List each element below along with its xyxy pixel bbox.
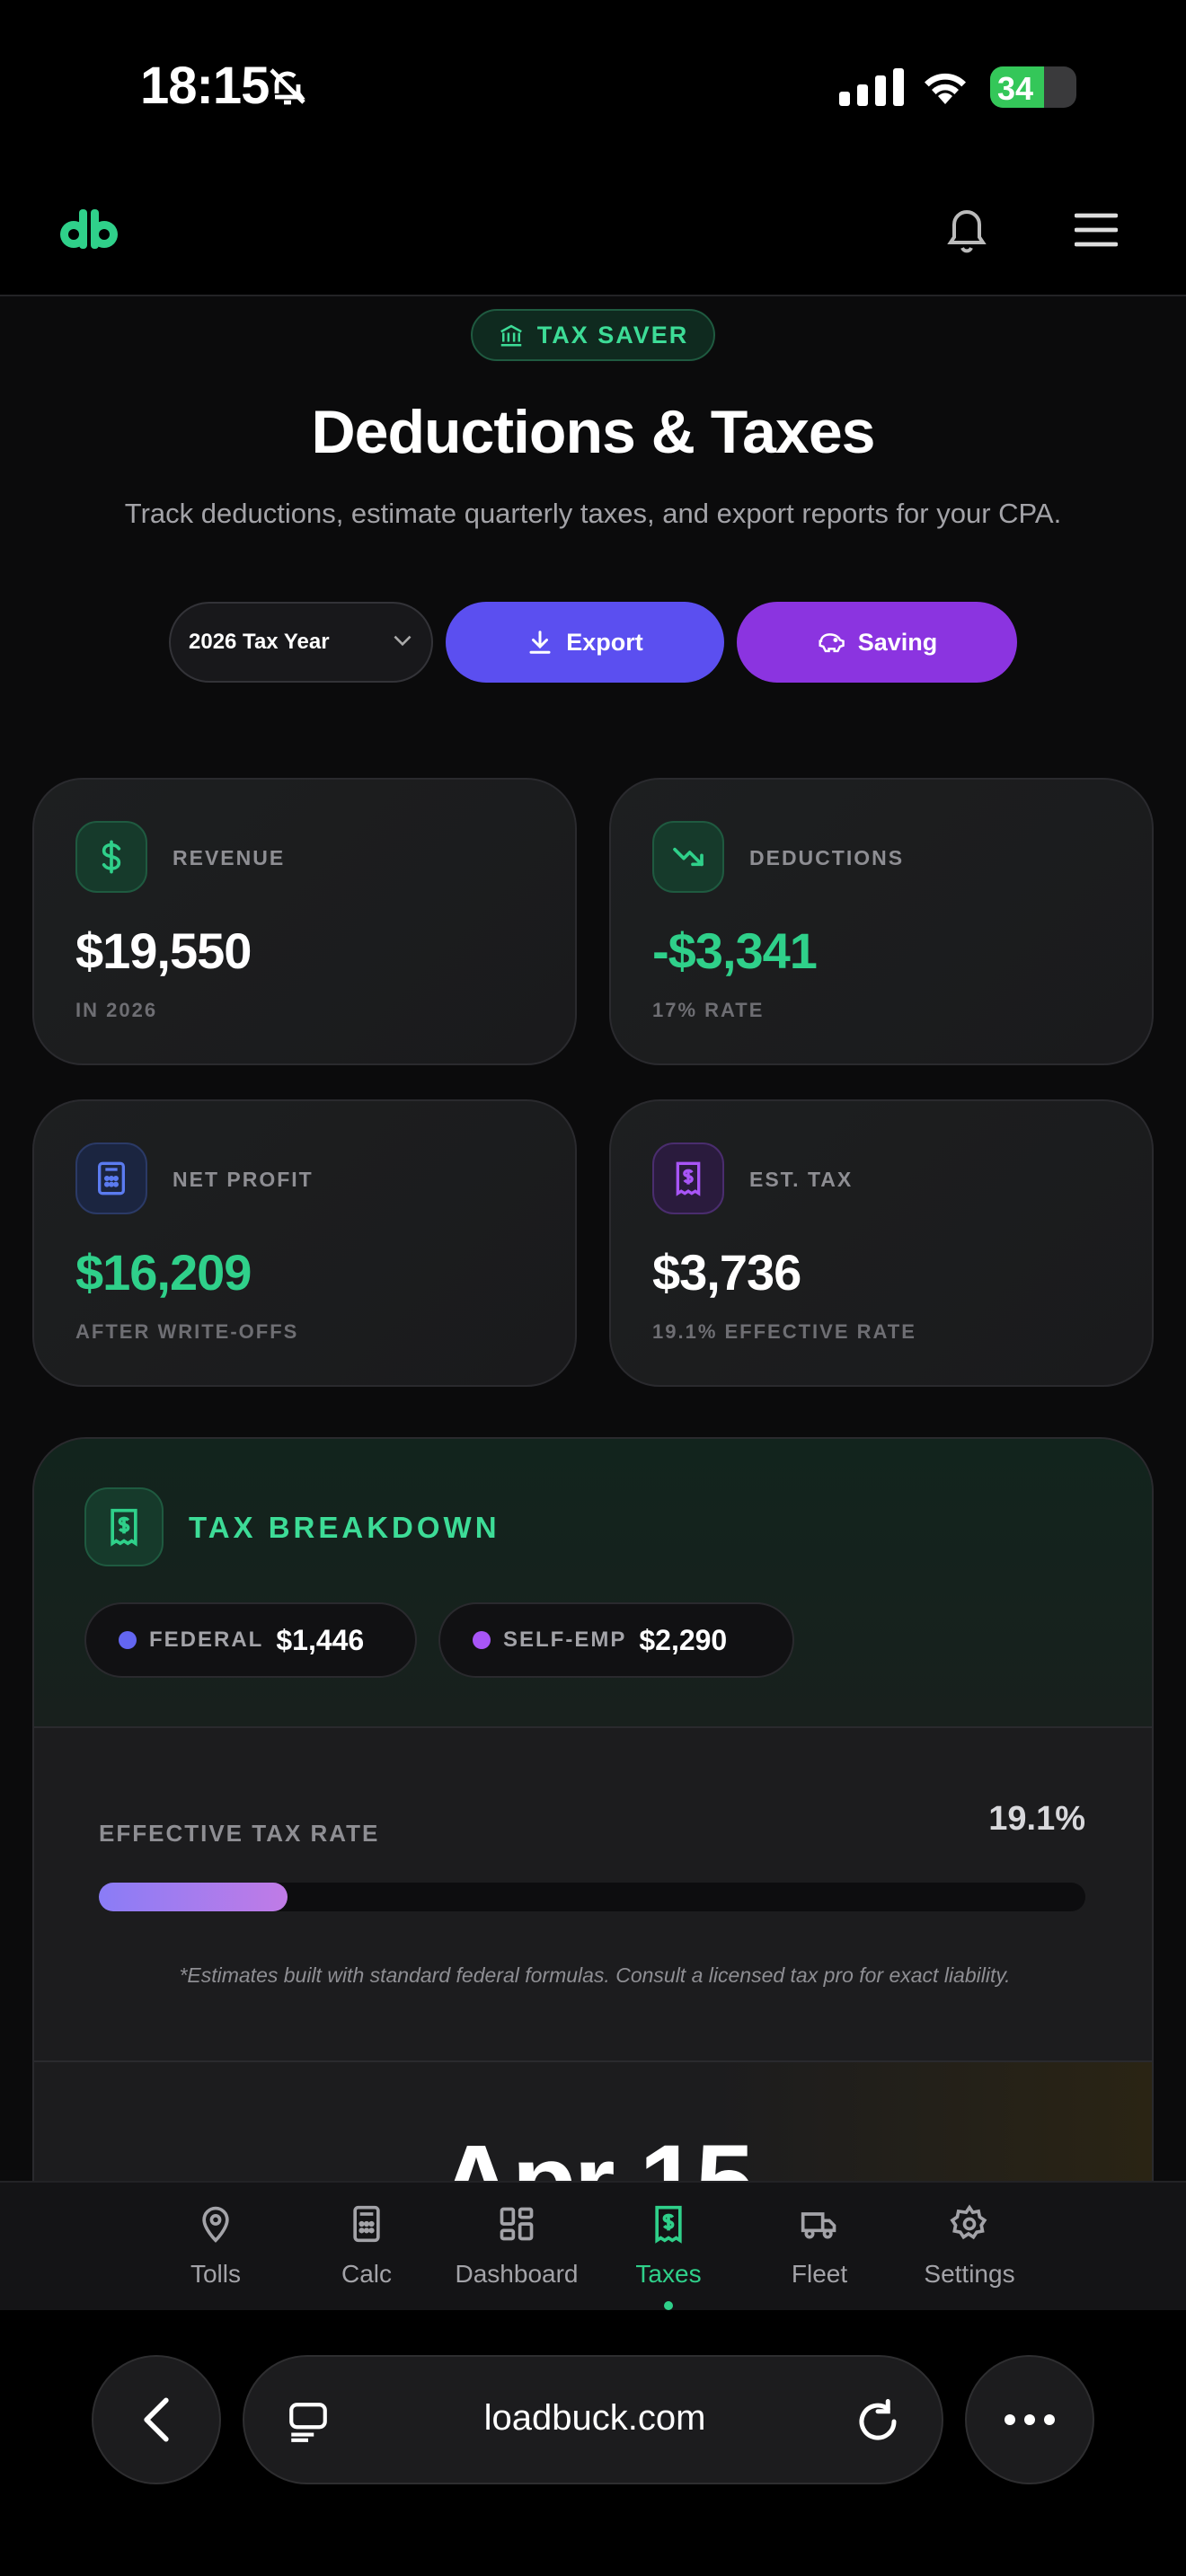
gear-icon [950, 2204, 987, 2240]
tax-saver-badge: TAX SAVER [471, 309, 715, 361]
deductions-card: DEDUCTIONS -$3,341 17% RATE [609, 778, 1154, 1065]
url-text: loadbuck.com [483, 2398, 706, 2438]
tax-breakdown-card: TAX BREAKDOWN FEDERAL $1,446 SELF-EMP $2… [32, 1437, 1154, 2181]
more-options-button[interactable] [965, 2355, 1094, 2484]
calculator-icon [75, 1142, 147, 1214]
tax-breakdown-title: TAX BREAKDOWN [189, 1511, 500, 1544]
tax-year-select[interactable]: 2026 Tax Year [169, 602, 433, 683]
self-employment-chip: SELF-EMP $2,290 [438, 1602, 794, 1678]
net-profit-card: NET PROFIT $16,209 AFTER WRITE-OFFS [32, 1099, 577, 1387]
loadbuck-logo[interactable] [59, 209, 119, 249]
bottom-tab-bar: Tolls Calc Dashboard Taxes Fleet Setting… [0, 2181, 1186, 2310]
est-tax-card: EST. TAX $3,736 19.1% EFFECTIVE RATE [609, 1099, 1154, 1387]
battery-indicator: 34 [990, 66, 1076, 108]
chevron-down-icon [394, 635, 412, 647]
revenue-label: REVENUE [173, 846, 286, 869]
wifi-icon [925, 73, 966, 104]
deductions-sub: 17% RATE [652, 999, 765, 1021]
federal-label: FEDERAL [149, 1628, 264, 1652]
est-tax-label: EST. TAX [749, 1168, 854, 1191]
tab-label: Fleet [791, 2260, 848, 2288]
trending-down-icon [652, 821, 724, 893]
effective-rate-label: EFFECTIVE TAX RATE [99, 1820, 380, 1847]
revenue-value: $19,550 [75, 922, 252, 979]
deductions-label: DEDUCTIONS [749, 846, 905, 869]
page-title: Deductions & Taxes [311, 398, 876, 466]
tab-label: Taxes [635, 2260, 702, 2288]
tab-dashboard[interactable]: Dashboard [440, 2204, 593, 2289]
tab-label: Settings [924, 2260, 1015, 2288]
dollar-icon [75, 821, 147, 893]
address-bar[interactable]: loadbuck.com [243, 2355, 943, 2484]
effective-rate-value: 19.1% [988, 1800, 1085, 1838]
tax-breakdown-header: TAX BREAKDOWN FEDERAL $1,446 SELF-EMP $2… [34, 1439, 1152, 1728]
deadline-section: Apr 15 [34, 2060, 1152, 2181]
estimate-disclaimer: *Estimates built with standard federal f… [179, 1963, 1011, 1987]
browser-toolbar: loadbuck.com [0, 2310, 1186, 2576]
active-tab-indicator [664, 2301, 673, 2310]
bell-icon[interactable] [945, 203, 988, 253]
hamburger-menu-icon[interactable] [1075, 212, 1118, 248]
calculator-icon [353, 2205, 380, 2243]
tab-calc[interactable]: Calc [290, 2204, 443, 2289]
bank-icon [500, 324, 522, 347]
tax-year-value: 2026 Tax Year [189, 630, 330, 654]
federal-dot [119, 1631, 137, 1649]
badge-label: TAX SAVER [536, 321, 689, 348]
app-header [0, 171, 1186, 296]
receipt-icon [652, 1142, 724, 1214]
receipt-icon [84, 1487, 164, 1566]
export-label: Export [566, 628, 643, 656]
main-content: TAX SAVER Deductions & Taxes Track deduc… [0, 298, 1186, 2181]
saving-label: Saving [857, 628, 938, 656]
map-pin-icon [202, 2206, 229, 2243]
tab-label: Dashboard [455, 2260, 579, 2288]
tab-taxes[interactable]: Taxes [592, 2204, 745, 2310]
net-profit-sub: AFTER WRITE-OFFS [75, 1320, 299, 1343]
page-subtitle: Track deductions, estimate quarterly tax… [124, 498, 1062, 529]
tab-tolls[interactable]: Tolls [139, 2204, 292, 2289]
piggy-bank-icon [819, 633, 845, 653]
export-button[interactable]: Export [446, 602, 724, 683]
status-bar: 18:15 34 [0, 0, 1186, 171]
net-profit-label: NET PROFIT [173, 1168, 314, 1191]
reload-icon[interactable] [854, 2396, 902, 2447]
revenue-card: REVENUE $19,550 IN 2026 [32, 778, 577, 1065]
deductions-value: -$3,341 [652, 922, 818, 979]
net-profit-value: $16,209 [75, 1244, 252, 1301]
tab-fleet[interactable]: Fleet [743, 2204, 896, 2289]
est-tax-value: $3,736 [652, 1244, 801, 1301]
chevron-left-icon [144, 2397, 169, 2442]
receipt-icon [655, 2205, 682, 2244]
cellular-signal-icon [839, 68, 904, 106]
federal-chip: FEDERAL $1,446 [84, 1602, 417, 1678]
deadline-date: Apr 15 [34, 2122, 1152, 2181]
tab-label: Tolls [190, 2260, 241, 2288]
battery-level: 34 [997, 70, 1034, 107]
effective-rate-fill [99, 1883, 288, 1911]
tab-settings[interactable]: Settings [893, 2204, 1046, 2289]
download-icon [529, 631, 551, 654]
federal-value: $1,446 [276, 1623, 365, 1656]
status-time: 18:15 [140, 57, 270, 115]
self-employment-dot [473, 1631, 491, 1649]
self-employment-label: SELF-EMP [503, 1628, 627, 1652]
effective-rate-bar [99, 1883, 1085, 1911]
tab-label: Calc [341, 2260, 392, 2288]
back-button[interactable] [92, 2355, 221, 2484]
dashboard-icon [500, 2207, 534, 2241]
self-employment-value: $2,290 [639, 1623, 728, 1656]
ellipsis-icon [1005, 2414, 1055, 2425]
revenue-sub: IN 2026 [75, 999, 158, 1021]
saving-button[interactable]: Saving [737, 602, 1017, 683]
truck-icon [801, 2212, 836, 2239]
bell-muted-icon [270, 68, 305, 105]
est-tax-sub: 19.1% EFFECTIVE RATE [652, 1320, 916, 1343]
